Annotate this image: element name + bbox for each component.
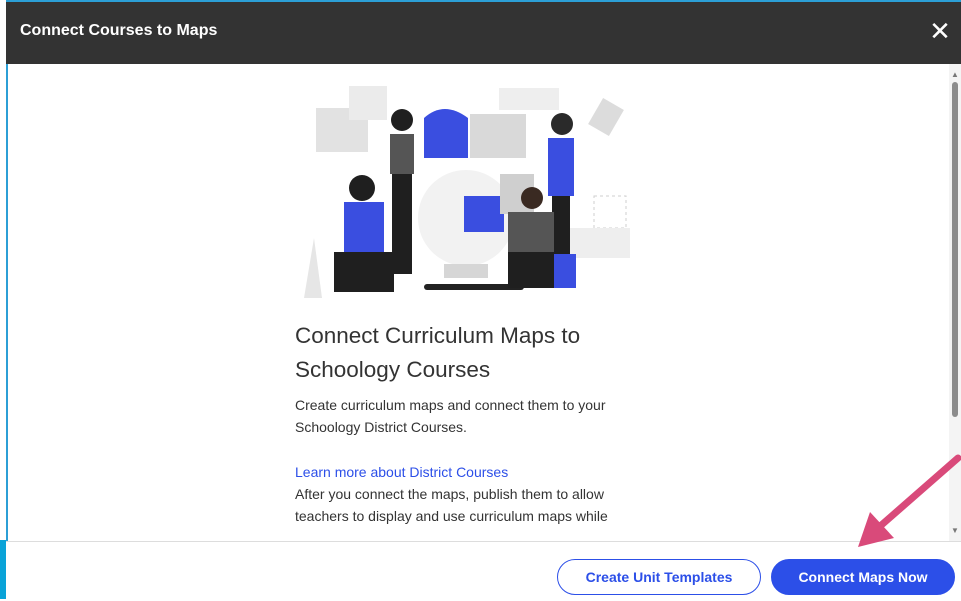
learn-more-link[interactable]: Learn more about District Courses — [295, 464, 508, 480]
arrow-shaft — [874, 454, 961, 532]
modal-body: Connect Curriculum Maps to Schoology Cou… — [6, 64, 961, 541]
modal-header: Connect Courses to Maps ✕ — [6, 2, 961, 64]
content-heading: Connect Curriculum Maps to Schoology Cou… — [295, 323, 581, 382]
close-icon[interactable]: ✕ — [927, 16, 953, 46]
person-head — [521, 187, 543, 209]
person-legs — [552, 196, 570, 258]
modal-footer: Create Unit Templates Connect Maps Now — [6, 541, 961, 601]
paper-shape — [588, 98, 624, 136]
person-head — [551, 113, 573, 135]
person-body — [508, 212, 554, 252]
picture-frame-shape — [349, 86, 387, 120]
person-head — [391, 109, 413, 131]
keyboard-shape — [499, 88, 559, 110]
person-head — [349, 175, 375, 201]
lightbulb-base — [444, 264, 488, 278]
plant-shape — [304, 238, 322, 298]
connect-courses-modal: Connect Courses to Maps ✕ Connect Curric… — [6, 0, 961, 601]
person-body — [390, 134, 414, 174]
connect-maps-now-button[interactable]: Connect Maps Now — [771, 559, 955, 595]
bar-shape — [570, 228, 630, 258]
puzzle-piece-blue — [464, 196, 504, 232]
teamwork-puzzle-illustration — [304, 86, 630, 298]
person-body — [548, 138, 574, 196]
scrollbar-thumb[interactable] — [952, 82, 958, 417]
scroll-up-icon[interactable]: ▲ — [951, 70, 959, 79]
create-unit-templates-button[interactable]: Create Unit Templates — [557, 559, 761, 595]
puzzle-piece-gray — [470, 114, 526, 158]
person-legs — [334, 252, 394, 292]
person-legs — [554, 254, 576, 288]
text-box-shape — [593, 195, 627, 229]
annotation-arrow-icon — [858, 454, 961, 547]
publish-text: After you connect the maps, publish them… — [295, 486, 608, 524]
person-legs — [392, 174, 412, 274]
intro-text: Create curriculum maps and connect them … — [295, 397, 606, 435]
modal-title: Connect Courses to Maps — [20, 22, 218, 39]
person-body — [344, 202, 384, 252]
puzzle-piece-blue — [424, 109, 468, 158]
details-block: Learn more about District Courses After … — [295, 461, 655, 527]
